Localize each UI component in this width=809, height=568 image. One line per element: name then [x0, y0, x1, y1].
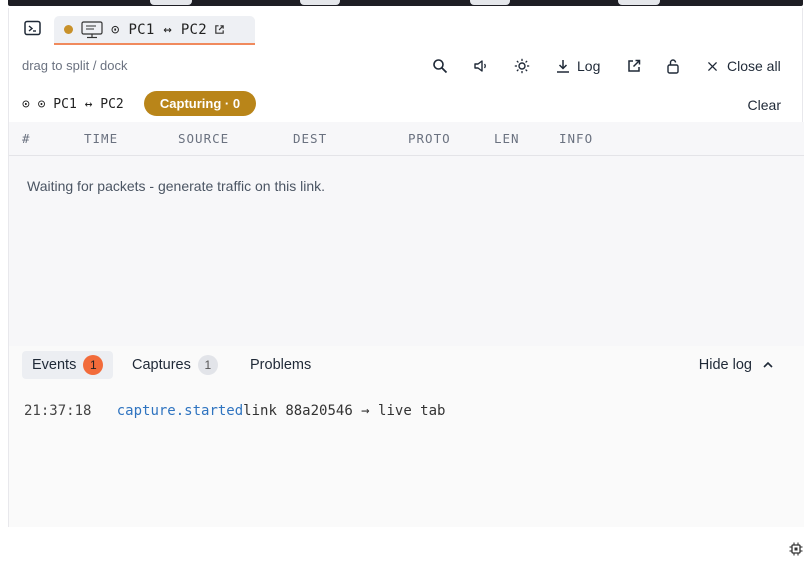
popout-icon[interactable]	[214, 24, 225, 35]
close-all-button[interactable]: Close all	[706, 56, 781, 76]
tab-problems[interactable]: Problems	[240, 351, 321, 379]
capture-panel: ⊙ PC1 ↔ PC2 drag to split / dock Log Clo…	[8, 8, 804, 527]
close-icon	[707, 61, 718, 71]
log-entry-time: 21:37:18	[24, 403, 92, 419]
hide-log-label: Hide log	[698, 357, 752, 373]
log-entry-event[interactable]: capture.started	[117, 403, 243, 419]
top-handle[interactable]	[470, 0, 510, 5]
dock-hint: drag to split / dock	[22, 58, 128, 73]
speaker-icon	[474, 60, 486, 72]
log-entry: 21:37:18 capture.startedlink 88a20546 → …	[24, 403, 445, 419]
top-handle[interactable]	[618, 0, 660, 5]
tab-captures-label: Captures	[132, 357, 191, 373]
top-handle[interactable]	[300, 0, 340, 5]
log-download-button[interactable]: Log	[555, 56, 600, 76]
cpu-icon[interactable]	[789, 542, 803, 556]
captures-count-badge: 1	[197, 355, 218, 375]
tab-events[interactable]: Events 1	[22, 351, 114, 379]
tab-capture-pc1-pc2[interactable]: ⊙ PC1 ↔ PC2	[54, 16, 255, 45]
col-info[interactable]: INFO	[559, 131, 593, 146]
capture-status-badge: Capturing · 0	[144, 91, 256, 116]
capture-name: ⊙ ⊙ PC1 ↔ PC2	[22, 97, 124, 112]
hide-log-button[interactable]: Hide log	[699, 357, 774, 373]
events-count-badge: 1	[83, 355, 104, 375]
capture-header: ⊙ ⊙ PC1 ↔ PC2 Capturing · 0 Clear	[9, 88, 804, 122]
tab-bar: ⊙ PC1 ↔ PC2	[9, 8, 804, 48]
sound-button[interactable]	[473, 56, 489, 76]
search-button[interactable]	[432, 56, 448, 76]
tab-label: ⊙ PC1 ↔ PC2	[111, 21, 208, 38]
top-handle[interactable]	[150, 0, 192, 5]
col-number[interactable]: #	[22, 131, 31, 146]
empty-packets-message: Waiting for packets - generate traffic o…	[27, 178, 326, 194]
event-log: 21:37:18 capture.startedlink 88a20546 → …	[9, 386, 804, 527]
packet-table-header: # TIME SOURCE DEST PROTO LEN INFO	[9, 122, 804, 156]
tab-problems-label: Problems	[250, 357, 312, 373]
external-link-icon	[628, 59, 641, 72]
search-icon	[433, 59, 448, 74]
close-all-label: Close all	[727, 58, 781, 74]
col-time[interactable]: TIME	[84, 131, 118, 146]
monitor-icon	[81, 20, 103, 38]
top-bar	[8, 0, 803, 6]
status-dot	[64, 25, 73, 34]
log-label: Log	[577, 58, 601, 74]
chevron-up-icon	[763, 361, 773, 368]
terminal-icon[interactable]	[24, 20, 42, 36]
unlock-icon	[667, 59, 679, 74]
col-source[interactable]: SOURCE	[178, 131, 229, 146]
download-icon	[557, 60, 569, 73]
toolbar: drag to split / dock Log Close all	[9, 48, 804, 84]
packet-table: # TIME SOURCE DEST PROTO LEN INFO Waitin…	[9, 122, 804, 346]
window-top-strip	[0, 0, 809, 8]
log-tabs: Events 1 Captures 1 Problems Hide log	[9, 346, 804, 386]
theme-button[interactable]	[514, 56, 530, 76]
col-proto[interactable]: PROTO	[408, 131, 451, 146]
col-len[interactable]: LEN	[494, 131, 520, 146]
log-entry-message: link 88a20546 → live tab	[243, 403, 446, 419]
lock-button[interactable]	[665, 56, 681, 76]
tab-events-label: Events	[32, 357, 77, 373]
clear-button[interactable]: Clear	[748, 97, 781, 113]
col-dest[interactable]: DEST	[293, 131, 327, 146]
tab-captures[interactable]: Captures 1	[122, 351, 228, 379]
popout-button[interactable]	[626, 56, 642, 76]
sun-icon	[514, 58, 530, 74]
